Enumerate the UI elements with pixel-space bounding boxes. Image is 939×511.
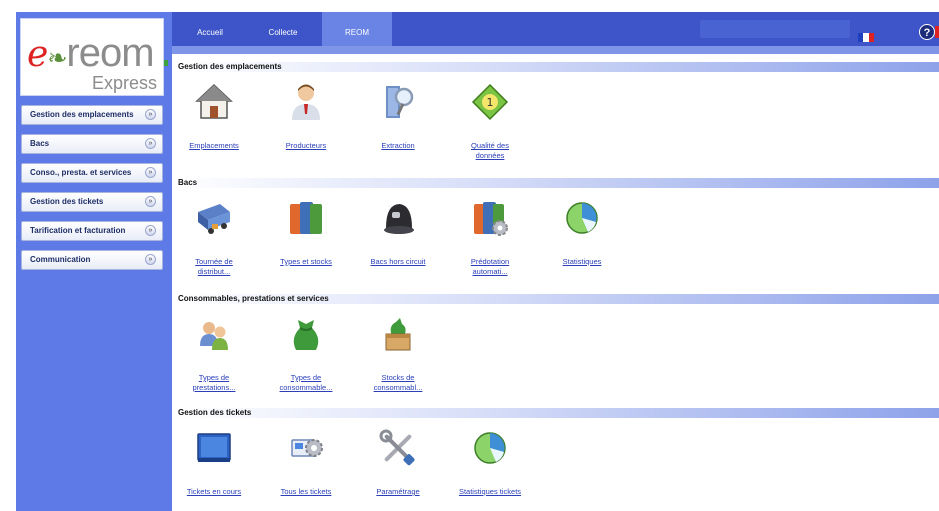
tile-tous-les-tickets[interactable]: Tous les tickets: [266, 428, 346, 497]
magnifier-icon: [386, 86, 414, 118]
tile-label: Paramétrage: [376, 487, 420, 496]
bins-gear-icon: [474, 202, 508, 236]
delivery-truck-icon: [198, 204, 230, 234]
tile-statistiques-tickets[interactable]: Statistiques tickets: [450, 428, 530, 497]
sidebar-item-label: Tarification et facturation: [30, 226, 126, 235]
tile-label: Tous les tickets: [280, 487, 332, 496]
tools-icon: [379, 429, 415, 466]
tile-label: Extraction: [381, 141, 415, 150]
tile-bacs-hors-circuit[interactable]: Bacs hors circuit: [358, 198, 438, 267]
tile-label: Qualité des données: [471, 141, 509, 160]
tile-types-consommables[interactable]: Types de consommable...: [266, 314, 346, 393]
tab-accueil[interactable]: Accueil: [188, 12, 232, 46]
sidebar-item-label: Conso., presta. et services: [30, 168, 132, 177]
sidebar-item-tarification[interactable]: Tarification et facturation »: [21, 221, 163, 241]
tab-reom[interactable]: REOM: [322, 12, 392, 46]
sidebar-item-label: Gestion des tickets: [30, 197, 104, 206]
section-title: Gestion des tickets: [178, 408, 252, 417]
sidebar-item-label: Bacs: [30, 139, 50, 148]
logo-main-text: reom: [66, 31, 154, 75]
tile-label: Prédotation automati...: [470, 257, 510, 276]
tile-label: Tickets en cours: [186, 487, 242, 496]
chevron-down-icon[interactable]: »: [145, 138, 156, 149]
section-header-emplacements: Gestion des emplacements: [174, 62, 939, 72]
tile-parametrage[interactable]: Paramétrage: [358, 428, 438, 497]
close-corner-icon[interactable]: [935, 26, 939, 38]
sidebar-item-conso[interactable]: Conso., presta. et services »: [21, 163, 163, 183]
leaf-icon: ❧: [47, 45, 67, 72]
tile-emplacements[interactable]: Emplacements: [174, 82, 254, 151]
sidebar-item-gestion-tickets[interactable]: Gestion des tickets »: [21, 192, 163, 212]
tile-tournee-distribution[interactable]: Tournée de distribut...: [174, 198, 254, 277]
sidebar-item-label: Gestion des emplacements: [30, 110, 134, 119]
help-button[interactable]: ?: [919, 24, 935, 40]
pie-chart-icon: [474, 432, 506, 464]
section-title: Bacs: [178, 178, 198, 187]
tile-predotation[interactable]: Prédotation automati...: [450, 198, 530, 277]
svg-text:1: 1: [487, 96, 494, 109]
top-bar-field: [700, 20, 850, 38]
logo[interactable]: e❧reom Express: [20, 18, 164, 96]
bins-icon: [290, 202, 322, 234]
tile-statistiques[interactable]: Statistiques: [542, 198, 622, 267]
section-header-tickets: Gestion des tickets: [174, 408, 939, 418]
sidebar-item-bacs[interactable]: Bacs »: [21, 134, 163, 154]
tile-stocks-consommables[interactable]: Stocks de consommabl...: [358, 314, 438, 393]
tile-label: Statistiques tickets: [458, 487, 522, 496]
chevron-down-icon[interactable]: »: [145, 225, 156, 236]
tile-types-prestations[interactable]: Types de prestations...: [174, 314, 254, 393]
tile-qualite-donnees[interactable]: 1 Qualité des données: [450, 82, 530, 161]
quality-diamond-icon: 1: [471, 83, 509, 121]
tab-collecte[interactable]: Collecte: [260, 12, 306, 46]
pie-chart-icon: [566, 202, 598, 234]
person-icon: [292, 84, 320, 120]
section-title: Gestion des emplacements: [178, 62, 282, 71]
tile-label: Types et stocks: [280, 257, 332, 266]
logo-accent: [164, 60, 168, 66]
chevron-down-icon[interactable]: »: [145, 167, 156, 178]
chevron-down-icon[interactable]: »: [145, 254, 156, 265]
tile-label: Types de prestations...: [192, 373, 236, 392]
people-icon: [200, 322, 228, 350]
monitor-icon: [197, 433, 231, 462]
section-header-consommables: Consommables, prestations et services: [174, 294, 939, 304]
chevron-down-icon[interactable]: »: [145, 196, 156, 207]
tile-producteurs[interactable]: Producteurs: [266, 82, 346, 151]
logo-subtitle: Express: [91, 73, 157, 93]
tile-label: Tournée de distribut...: [195, 257, 233, 276]
sidebar-item-gestion-emplacements[interactable]: Gestion des emplacements »: [21, 105, 163, 125]
section-header-bacs: Bacs: [174, 178, 939, 188]
tile-extraction[interactable]: Extraction: [358, 82, 438, 151]
sidebar-item-communication[interactable]: Communication »: [21, 250, 163, 270]
tile-types-stocks[interactable]: Types et stocks: [266, 198, 346, 267]
tile-label: Bacs hors circuit: [370, 257, 426, 266]
sidebar-item-label: Communication: [30, 255, 91, 264]
garbage-bag-icon: [293, 320, 319, 350]
tile-label: Types de consommable...: [279, 373, 333, 392]
logo-e-letter: e: [27, 34, 48, 75]
chevron-down-icon[interactable]: »: [145, 109, 156, 120]
helmet-bin-icon: [384, 204, 414, 234]
top-nav-underline: [172, 46, 939, 54]
house-icon: [195, 83, 233, 119]
french-flag-icon[interactable]: [858, 33, 874, 42]
tile-label: Producteurs: [285, 141, 327, 150]
tile-label: Statistiques: [562, 257, 602, 266]
tile-tickets-en-cours[interactable]: Tickets en cours: [174, 428, 254, 497]
tile-label: Stocks de consommabl...: [373, 373, 423, 392]
tile-label: Emplacements: [189, 141, 239, 150]
box-bag-icon: [385, 318, 411, 351]
tickets-gear-icon: [291, 439, 323, 457]
section-title: Consommables, prestations et services: [178, 294, 329, 303]
